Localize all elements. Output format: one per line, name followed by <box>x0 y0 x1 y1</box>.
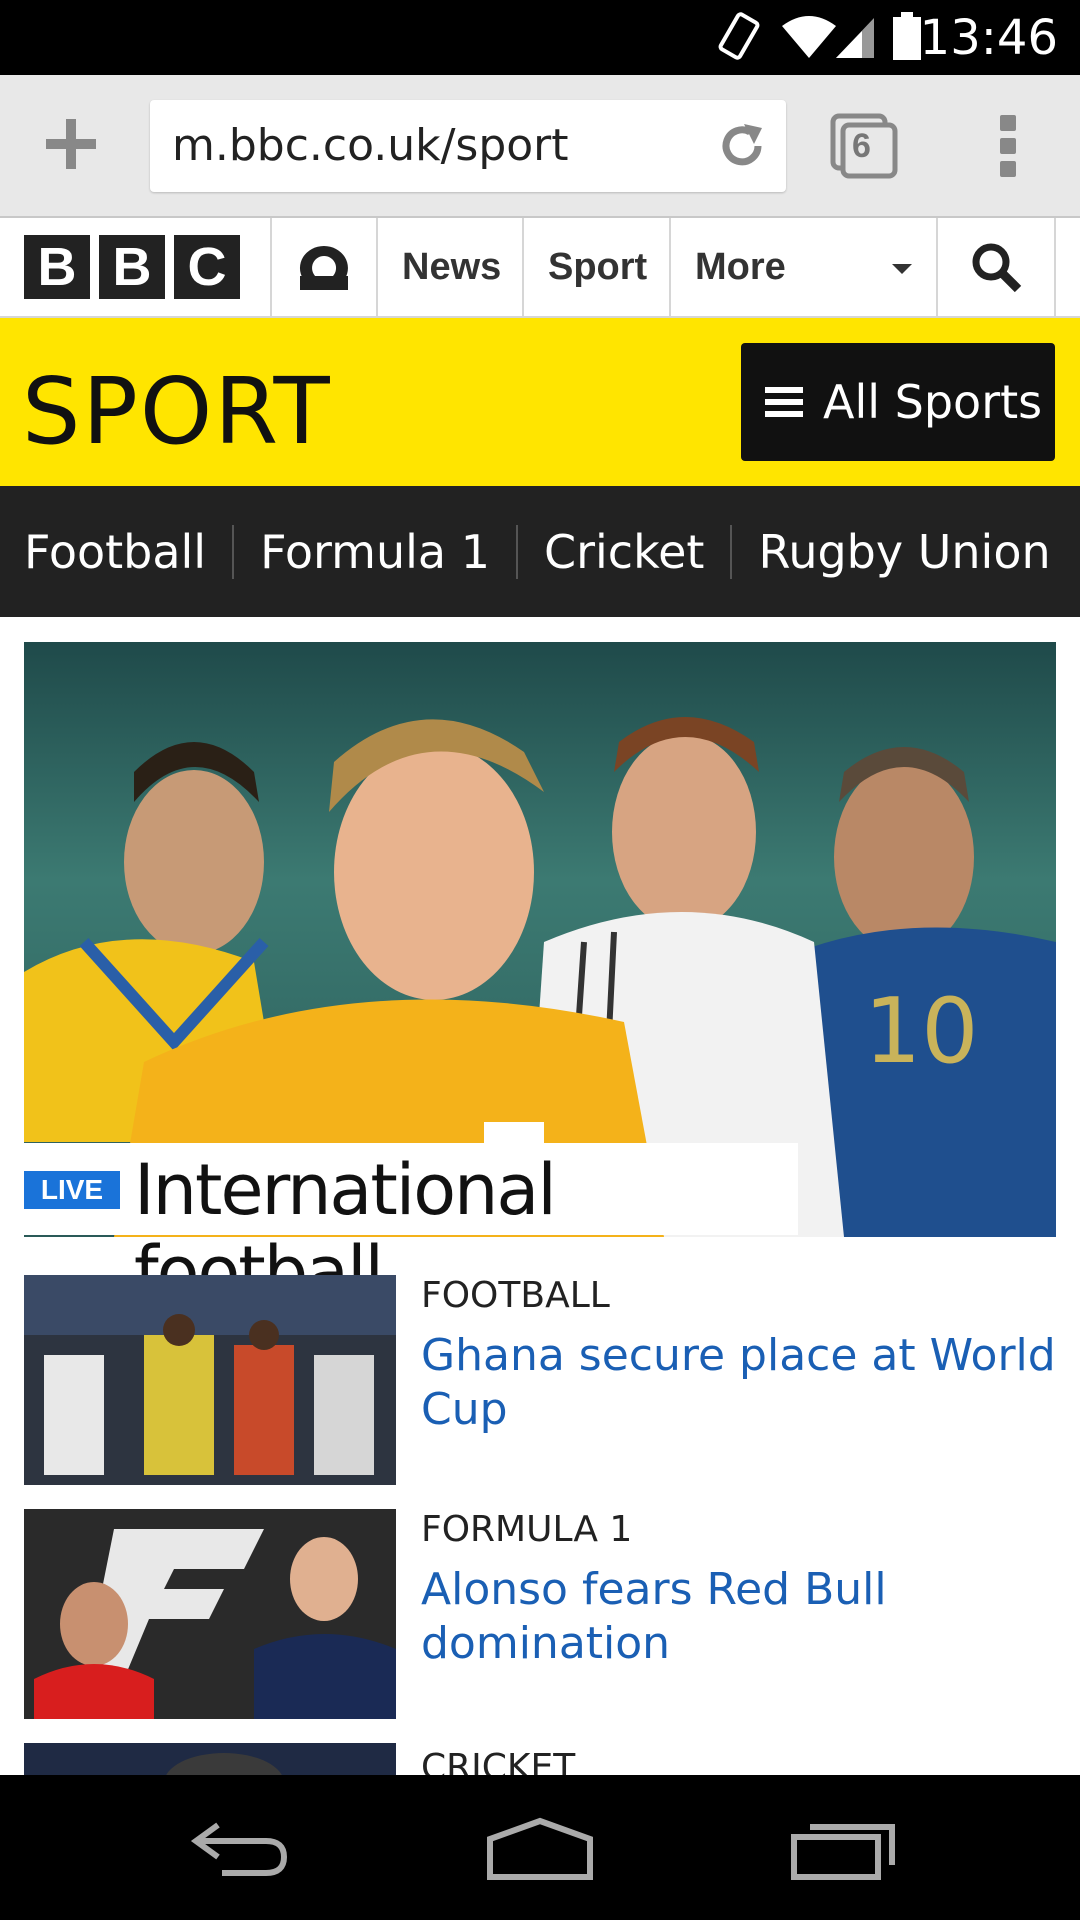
sports-nav-formula-1[interactable]: Formula 1 <box>260 525 490 579</box>
story-thumbnail[interactable] <box>24 1275 396 1485</box>
svg-text:10: 10 <box>864 979 979 1084</box>
signal-icon <box>836 18 874 58</box>
main-content: 10 LIVE International football FOOTBALL … <box>0 617 1080 1775</box>
nav-sport-label: Sport <box>548 245 648 288</box>
all-sports-button[interactable]: All Sports <box>741 343 1055 461</box>
tab-switcher-button[interactable]: 6 <box>830 113 898 179</box>
nav-divider <box>730 524 733 579</box>
search-icon <box>972 243 1022 293</box>
recent-apps-icon[interactable] <box>790 1813 900 1883</box>
story-item[interactable]: CRICKET <box>24 1743 1056 1775</box>
story-thumbnail[interactable] <box>24 1743 396 1775</box>
url-bar[interactable]: m.bbc.co.uk/sport <box>150 100 786 192</box>
story-category: FORMULA 1 <box>421 1509 633 1550</box>
chevron-down-icon <box>892 264 912 274</box>
story-image-cricket <box>24 1743 396 1775</box>
nav-divider <box>515 524 518 579</box>
hero-caption[interactable]: LIVE International football <box>24 1143 798 1313</box>
bbc-logo-letter: B <box>99 235 165 299</box>
status-bar: 13:46 <box>0 0 1080 75</box>
bbc-id-icon <box>299 246 348 290</box>
rotate-icon <box>718 12 760 60</box>
nav-news[interactable]: News <box>378 218 524 316</box>
nav-news-label: News <box>402 245 502 288</box>
clock: 13:46 <box>919 10 1058 66</box>
story-thumbnail[interactable] <box>24 1509 396 1719</box>
story-image-f1 <box>24 1509 396 1719</box>
bbc-id-button[interactable] <box>272 218 378 316</box>
story-category: CRICKET <box>421 1747 576 1775</box>
live-badge: LIVE <box>24 1171 120 1209</box>
bbc-logo-letter: C <box>174 235 240 299</box>
sports-nav-football[interactable]: Football <box>24 525 206 579</box>
bbc-logo[interactable]: B B C <box>0 218 272 316</box>
back-icon[interactable] <box>188 1813 292 1883</box>
story-category: FOOTBALL <box>421 1275 610 1316</box>
sports-nav-rugby-union[interactable]: Rugby Union <box>758 525 1050 579</box>
nav-more-label: More <box>695 245 786 288</box>
story-image-ghana <box>24 1275 396 1485</box>
tab-count: 6 <box>852 127 871 165</box>
sport-header: SPORT All Sports <box>0 318 1080 486</box>
overflow-menu-icon[interactable] <box>1000 115 1020 177</box>
nav-more[interactable]: More <box>671 218 938 316</box>
bbc-logo-letter: B <box>24 235 90 299</box>
reload-icon[interactable] <box>716 120 768 172</box>
sports-nav: Football Formula 1 Cricket Rugby Union <box>0 486 1080 617</box>
url-text[interactable]: m.bbc.co.uk/sport <box>172 120 569 171</box>
new-tab-icon[interactable] <box>40 113 102 175</box>
search-button[interactable] <box>938 218 1056 316</box>
battery-icon <box>893 12 921 60</box>
nav-sport[interactable]: Sport <box>524 218 671 316</box>
story-item[interactable]: FOOTBALL Ghana secure place at World Cup <box>24 1275 1056 1485</box>
home-icon[interactable] <box>484 1813 596 1883</box>
system-nav-bar <box>0 1775 1080 1920</box>
story-item[interactable]: FORMULA 1 Alonso fears Red Bull dominati… <box>24 1509 1056 1719</box>
story-headline[interactable]: Alonso fears Red Bull domination <box>421 1563 1061 1671</box>
browser-toolbar: m.bbc.co.uk/sport 6 <box>0 75 1080 218</box>
all-sports-label: All Sports <box>823 375 1043 429</box>
sport-logo[interactable]: SPORT <box>22 358 332 465</box>
story-headline[interactable]: Ghana secure place at World Cup <box>421 1329 1061 1437</box>
sports-nav-cricket[interactable]: Cricket <box>544 525 704 579</box>
menu-icon <box>765 381 803 423</box>
nav-divider <box>232 524 235 579</box>
bbc-global-nav: B B C News Sport More <box>0 218 1080 318</box>
wifi-icon <box>782 16 836 58</box>
